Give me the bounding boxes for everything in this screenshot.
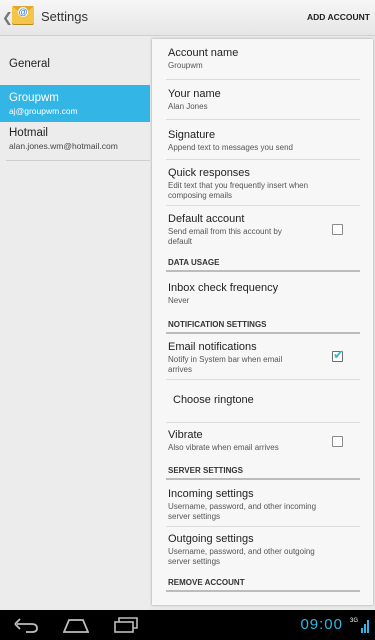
pref-account-name[interactable]: Account name Groupwm (168, 47, 361, 71)
navigation-bar: 09:00 3G (0, 610, 375, 640)
pref-title: Incoming settings (168, 488, 254, 500)
default-account-checkbox[interactable] (332, 224, 343, 235)
email-notifications-checkbox[interactable]: ✔ (332, 347, 344, 362)
pref-title: Outgoing settings (168, 533, 254, 545)
pref-summary: Never (168, 296, 190, 305)
account-item-groupwm[interactable]: Groupwm aj@groupwm.com (0, 85, 150, 122)
vibrate-checkbox[interactable] (332, 436, 343, 447)
divider (166, 379, 360, 380)
clock: 09:00 (300, 616, 343, 633)
pref-outgoing-settings[interactable]: Outgoing settings Username, password, an… (168, 533, 361, 566)
pref-quick-responses[interactable]: Quick responses Edit text that you frequ… (168, 167, 361, 200)
divider (6, 160, 150, 161)
category-data-usage: DATA USAGE (168, 258, 220, 267)
pref-inbox-check-frequency[interactable]: Inbox check frequency Never (168, 282, 361, 306)
pref-choose-ringtone[interactable]: Choose ringtone (173, 394, 366, 406)
account-list: General Groupwm aj@groupwm.com Hotmail a… (0, 36, 150, 610)
home-icon[interactable] (63, 617, 89, 633)
pref-summary: Append text to messages you send (168, 143, 293, 152)
checkmark-icon: ✔ (333, 347, 344, 362)
account-email: aj@groupwm.com (9, 106, 78, 116)
back-icon[interactable] (14, 617, 40, 633)
divider (166, 205, 360, 206)
category-divider (166, 270, 360, 272)
account-name: General (9, 58, 50, 70)
pref-title: Quick responses (168, 167, 250, 179)
account-item-general[interactable]: General (0, 58, 150, 86)
add-account-button[interactable]: ADD ACCOUNT (307, 12, 370, 22)
pref-summary: Send email from this account by default (168, 227, 282, 246)
recent-apps-icon[interactable] (113, 617, 139, 633)
pref-title: Account name (168, 47, 239, 59)
pref-summary: Notify in System bar when email arrives (168, 355, 283, 374)
pref-summary: Alan Jones (168, 102, 208, 111)
category-divider (166, 478, 360, 480)
divider (166, 79, 360, 80)
action-bar: ❮ @ Settings ADD ACCOUNT (0, 0, 375, 36)
settings-panel: Account name Groupwm Your name Alan Jone… (152, 39, 373, 605)
pref-summary: Groupwm (168, 61, 203, 70)
signal-icon: 3G (350, 618, 369, 633)
pref-summary: Username, password, and other outgoing s… (168, 547, 315, 566)
pref-incoming-settings[interactable]: Incoming settings Username, password, an… (168, 488, 361, 521)
category-remove-account: REMOVE ACCOUNT (168, 578, 245, 587)
pref-title: Choose ringtone (173, 394, 254, 406)
pref-summary: Username, password, and other incoming s… (168, 502, 317, 521)
divider (166, 159, 360, 160)
account-name: Groupwm (9, 92, 59, 104)
pref-summary: Edit text that you frequently insert whe… (168, 181, 309, 200)
divider (166, 526, 360, 527)
pref-title: Signature (168, 129, 216, 141)
email-app-icon[interactable]: @ (12, 6, 34, 24)
category-server-settings: SERVER SETTINGS (168, 466, 243, 475)
category-notification-settings: NOTIFICATION SETTINGS (168, 320, 267, 329)
pref-signature[interactable]: Signature Append text to messages you se… (168, 129, 361, 153)
account-email: alan.jones.wm@hotmail.com (9, 141, 118, 151)
category-divider (166, 590, 360, 592)
pref-your-name[interactable]: Your name Alan Jones (168, 88, 361, 112)
account-name: Hotmail (9, 127, 48, 139)
page-title: Settings (41, 9, 88, 24)
category-divider (166, 332, 360, 334)
pref-title: Inbox check frequency (168, 282, 279, 294)
pref-title: Your name (168, 88, 221, 100)
network-type: 3G (350, 618, 358, 624)
account-item-hotmail[interactable]: Hotmail alan.jones.wm@hotmail.com (0, 122, 150, 160)
divider (166, 422, 360, 423)
divider (166, 119, 360, 120)
